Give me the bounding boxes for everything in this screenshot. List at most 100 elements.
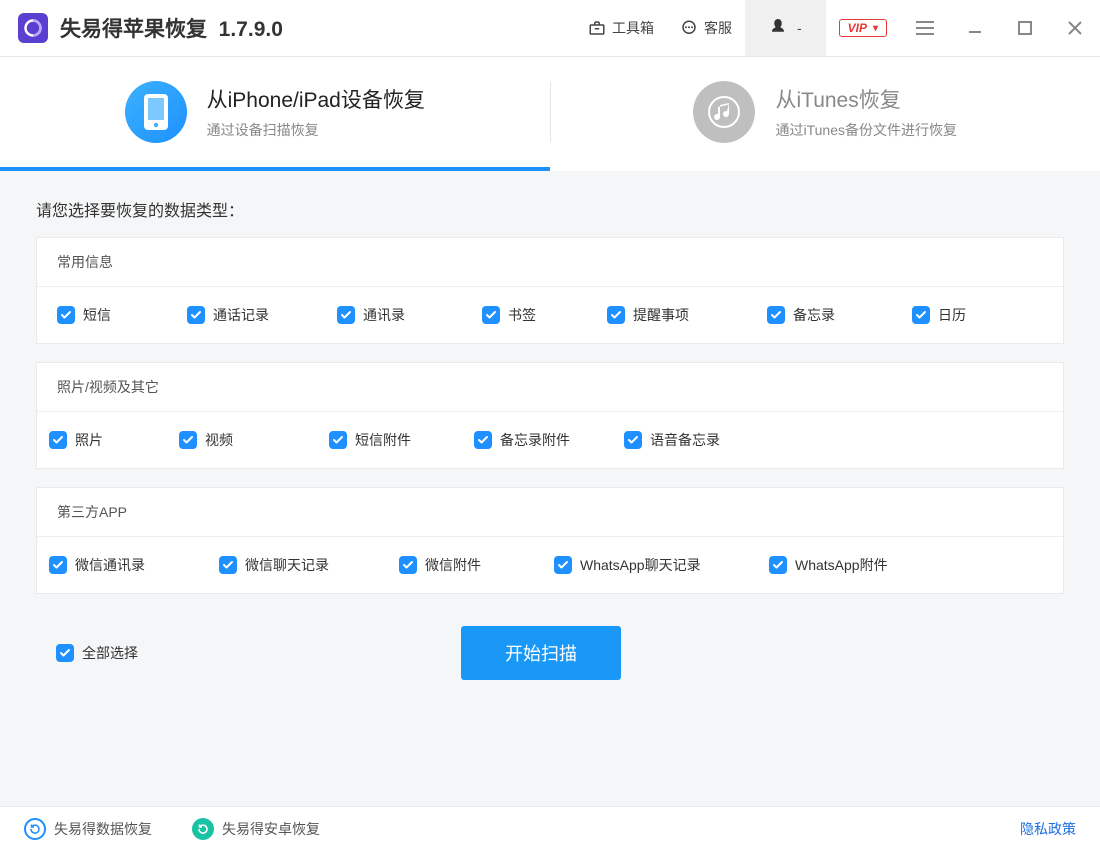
checkbox-label: 提醒事项	[633, 305, 689, 325]
data-type-checkbox[interactable]: 微信通讯录	[49, 555, 219, 575]
group-thirdparty: 第三方APP 微信通讯录 微信聊天记录 微信附件 WhatsApp聊天记录 WhatsA…	[36, 487, 1064, 594]
minimize-button[interactable]	[950, 0, 1000, 56]
data-type-checkbox[interactable]: 备忘录附件	[474, 430, 624, 450]
footer: 失易得数据恢复 失易得安卓恢复 隐私政策	[0, 806, 1100, 850]
checkbox-icon	[57, 306, 75, 324]
checkbox-icon	[399, 556, 417, 574]
tab-itunes-title: 从iTunes恢复	[775, 84, 957, 114]
checkbox-icon	[607, 306, 625, 324]
data-type-checkbox[interactable]: 日历	[904, 305, 1024, 325]
vip-button[interactable]: VIP▾	[826, 0, 900, 56]
group-common-title: 常用信息	[37, 238, 1063, 287]
app-title: 失易得苹果恢复 1.7.9.0	[60, 13, 283, 43]
checkbox-label: 日历	[938, 305, 966, 325]
select-all-label: 全部选择	[82, 643, 138, 663]
tab-itunes-recovery[interactable]: 从iTunes恢复 通过iTunes备份文件进行恢复	[551, 57, 1100, 167]
footer-link-data-recovery[interactable]: 失易得数据恢复	[24, 818, 152, 840]
chevron-down-icon: ▾	[873, 23, 878, 34]
menu-button[interactable]	[900, 0, 950, 56]
checkbox-label: 通讯录	[363, 305, 405, 325]
toolbox-button[interactable]: 工具箱	[575, 0, 667, 56]
select-all-checkbox[interactable]: 全部选择	[36, 643, 138, 663]
checkbox-icon	[554, 556, 572, 574]
group-common: 常用信息 短信 通话记录 通讯录 书签 提醒事项 备忘录 日历	[36, 237, 1064, 344]
checkbox-label: 备忘录附件	[500, 430, 570, 450]
data-type-checkbox[interactable]: 视频	[179, 430, 329, 450]
data-type-checkbox[interactable]: 照片	[49, 430, 179, 450]
support-button[interactable]: 客服	[667, 0, 745, 56]
phone-icon	[125, 81, 187, 143]
checkbox-icon	[767, 306, 785, 324]
data-type-checkbox[interactable]: 短信	[49, 305, 179, 325]
checkbox-icon	[49, 556, 67, 574]
tab-device-recovery[interactable]: 从iPhone/iPad设备恢复 通过设备扫描恢复	[0, 57, 550, 167]
privacy-link[interactable]: 隐私政策	[1020, 819, 1076, 839]
toolbox-icon	[588, 19, 606, 37]
checkbox-icon	[187, 306, 205, 324]
maximize-icon	[1018, 21, 1032, 35]
checkbox-icon	[56, 644, 74, 662]
itunes-icon	[693, 81, 755, 143]
checkbox-icon	[769, 556, 787, 574]
maximize-button[interactable]	[1000, 0, 1050, 56]
circle-arrow-icon	[24, 818, 46, 840]
checkbox-label: WhatsApp聊天记录	[580, 555, 701, 575]
checkbox-label: 微信聊天记录	[245, 555, 329, 575]
data-type-checkbox[interactable]: 通讯录	[329, 305, 474, 325]
data-type-checkbox[interactable]: 微信聊天记录	[219, 555, 399, 575]
data-type-checkbox[interactable]: 短信附件	[329, 430, 474, 450]
group-media-items: 照片 视频 短信附件 备忘录附件 语音备忘录	[37, 412, 1063, 468]
circle-arrow-icon	[192, 818, 214, 840]
data-type-checkbox[interactable]: 提醒事项	[599, 305, 759, 325]
checkbox-icon	[474, 431, 492, 449]
data-type-checkbox[interactable]: 书签	[474, 305, 599, 325]
data-type-checkbox[interactable]: 语音备忘录	[624, 430, 784, 450]
checkbox-label: 通话记录	[213, 305, 269, 325]
tab-device-subtitle: 通过设备扫描恢复	[207, 120, 425, 140]
active-tab-indicator	[0, 167, 550, 171]
start-scan-button[interactable]: 开始扫描	[461, 626, 621, 680]
checkbox-icon	[482, 306, 500, 324]
checkbox-icon	[624, 431, 642, 449]
group-media: 照片/视频及其它 照片 视频 短信附件 备忘录附件 语音备忘录	[36, 362, 1064, 469]
checkbox-label: 书签	[508, 305, 536, 325]
data-type-checkbox[interactable]: 备忘录	[759, 305, 904, 325]
checkbox-label: 微信附件	[425, 555, 481, 575]
titlebar: 失易得苹果恢复 1.7.9.0 工具箱 客服 - VIP▾	[0, 0, 1100, 57]
close-button[interactable]	[1050, 0, 1100, 56]
hamburger-icon	[916, 21, 934, 35]
checkbox-label: 微信通讯录	[75, 555, 145, 575]
recovery-mode-tabs: 从iPhone/iPad设备恢复 通过设备扫描恢复 从iTunes恢复 通过iT…	[0, 57, 1100, 167]
checkbox-label: 照片	[75, 430, 103, 450]
footer-link-android-recovery[interactable]: 失易得安卓恢复	[192, 818, 320, 840]
checkbox-icon	[179, 431, 197, 449]
content-area: 请您选择要恢复的数据类型： 常用信息 短信通话记录通讯录书签提醒事项备忘录日历 …	[0, 171, 1100, 806]
user-silhouette-icon	[769, 17, 787, 39]
data-type-checkbox[interactable]: WhatsApp聊天记录	[554, 555, 769, 575]
group-common-items: 短信 通话记录 通讯录 书签 提醒事项 备忘录 日历	[37, 287, 1063, 343]
chat-icon	[680, 19, 698, 37]
data-type-checkbox[interactable]: WhatsApp附件	[769, 555, 949, 575]
tab-itunes-subtitle: 通过iTunes备份文件进行恢复	[775, 120, 957, 140]
checkbox-icon	[912, 306, 930, 324]
data-type-checkbox[interactable]: 通话记录	[179, 305, 329, 325]
checkbox-label: 短信附件	[355, 430, 411, 450]
close-icon	[1067, 20, 1083, 36]
checkbox-label: 语音备忘录	[650, 430, 720, 450]
group-thirdparty-title: 第三方APP	[37, 488, 1063, 537]
prompt-text: 请您选择要恢复的数据类型：	[36, 197, 1064, 221]
checkbox-icon	[49, 431, 67, 449]
checkbox-label: 短信	[83, 305, 111, 325]
checkbox-label: WhatsApp附件	[795, 555, 888, 575]
checkbox-label: 视频	[205, 430, 233, 450]
app-logo-icon	[18, 13, 48, 43]
user-button[interactable]: -	[745, 0, 826, 56]
data-type-checkbox[interactable]: 微信附件	[399, 555, 554, 575]
group-media-title: 照片/视频及其它	[37, 363, 1063, 412]
checkbox-label: 备忘录	[793, 305, 835, 325]
checkbox-icon	[219, 556, 237, 574]
tab-device-title: 从iPhone/iPad设备恢复	[207, 84, 425, 114]
group-thirdparty-items: 微信通讯录 微信聊天记录 微信附件 WhatsApp聊天记录 WhatsApp附件	[37, 537, 1063, 593]
checkbox-icon	[337, 306, 355, 324]
checkbox-icon	[329, 431, 347, 449]
